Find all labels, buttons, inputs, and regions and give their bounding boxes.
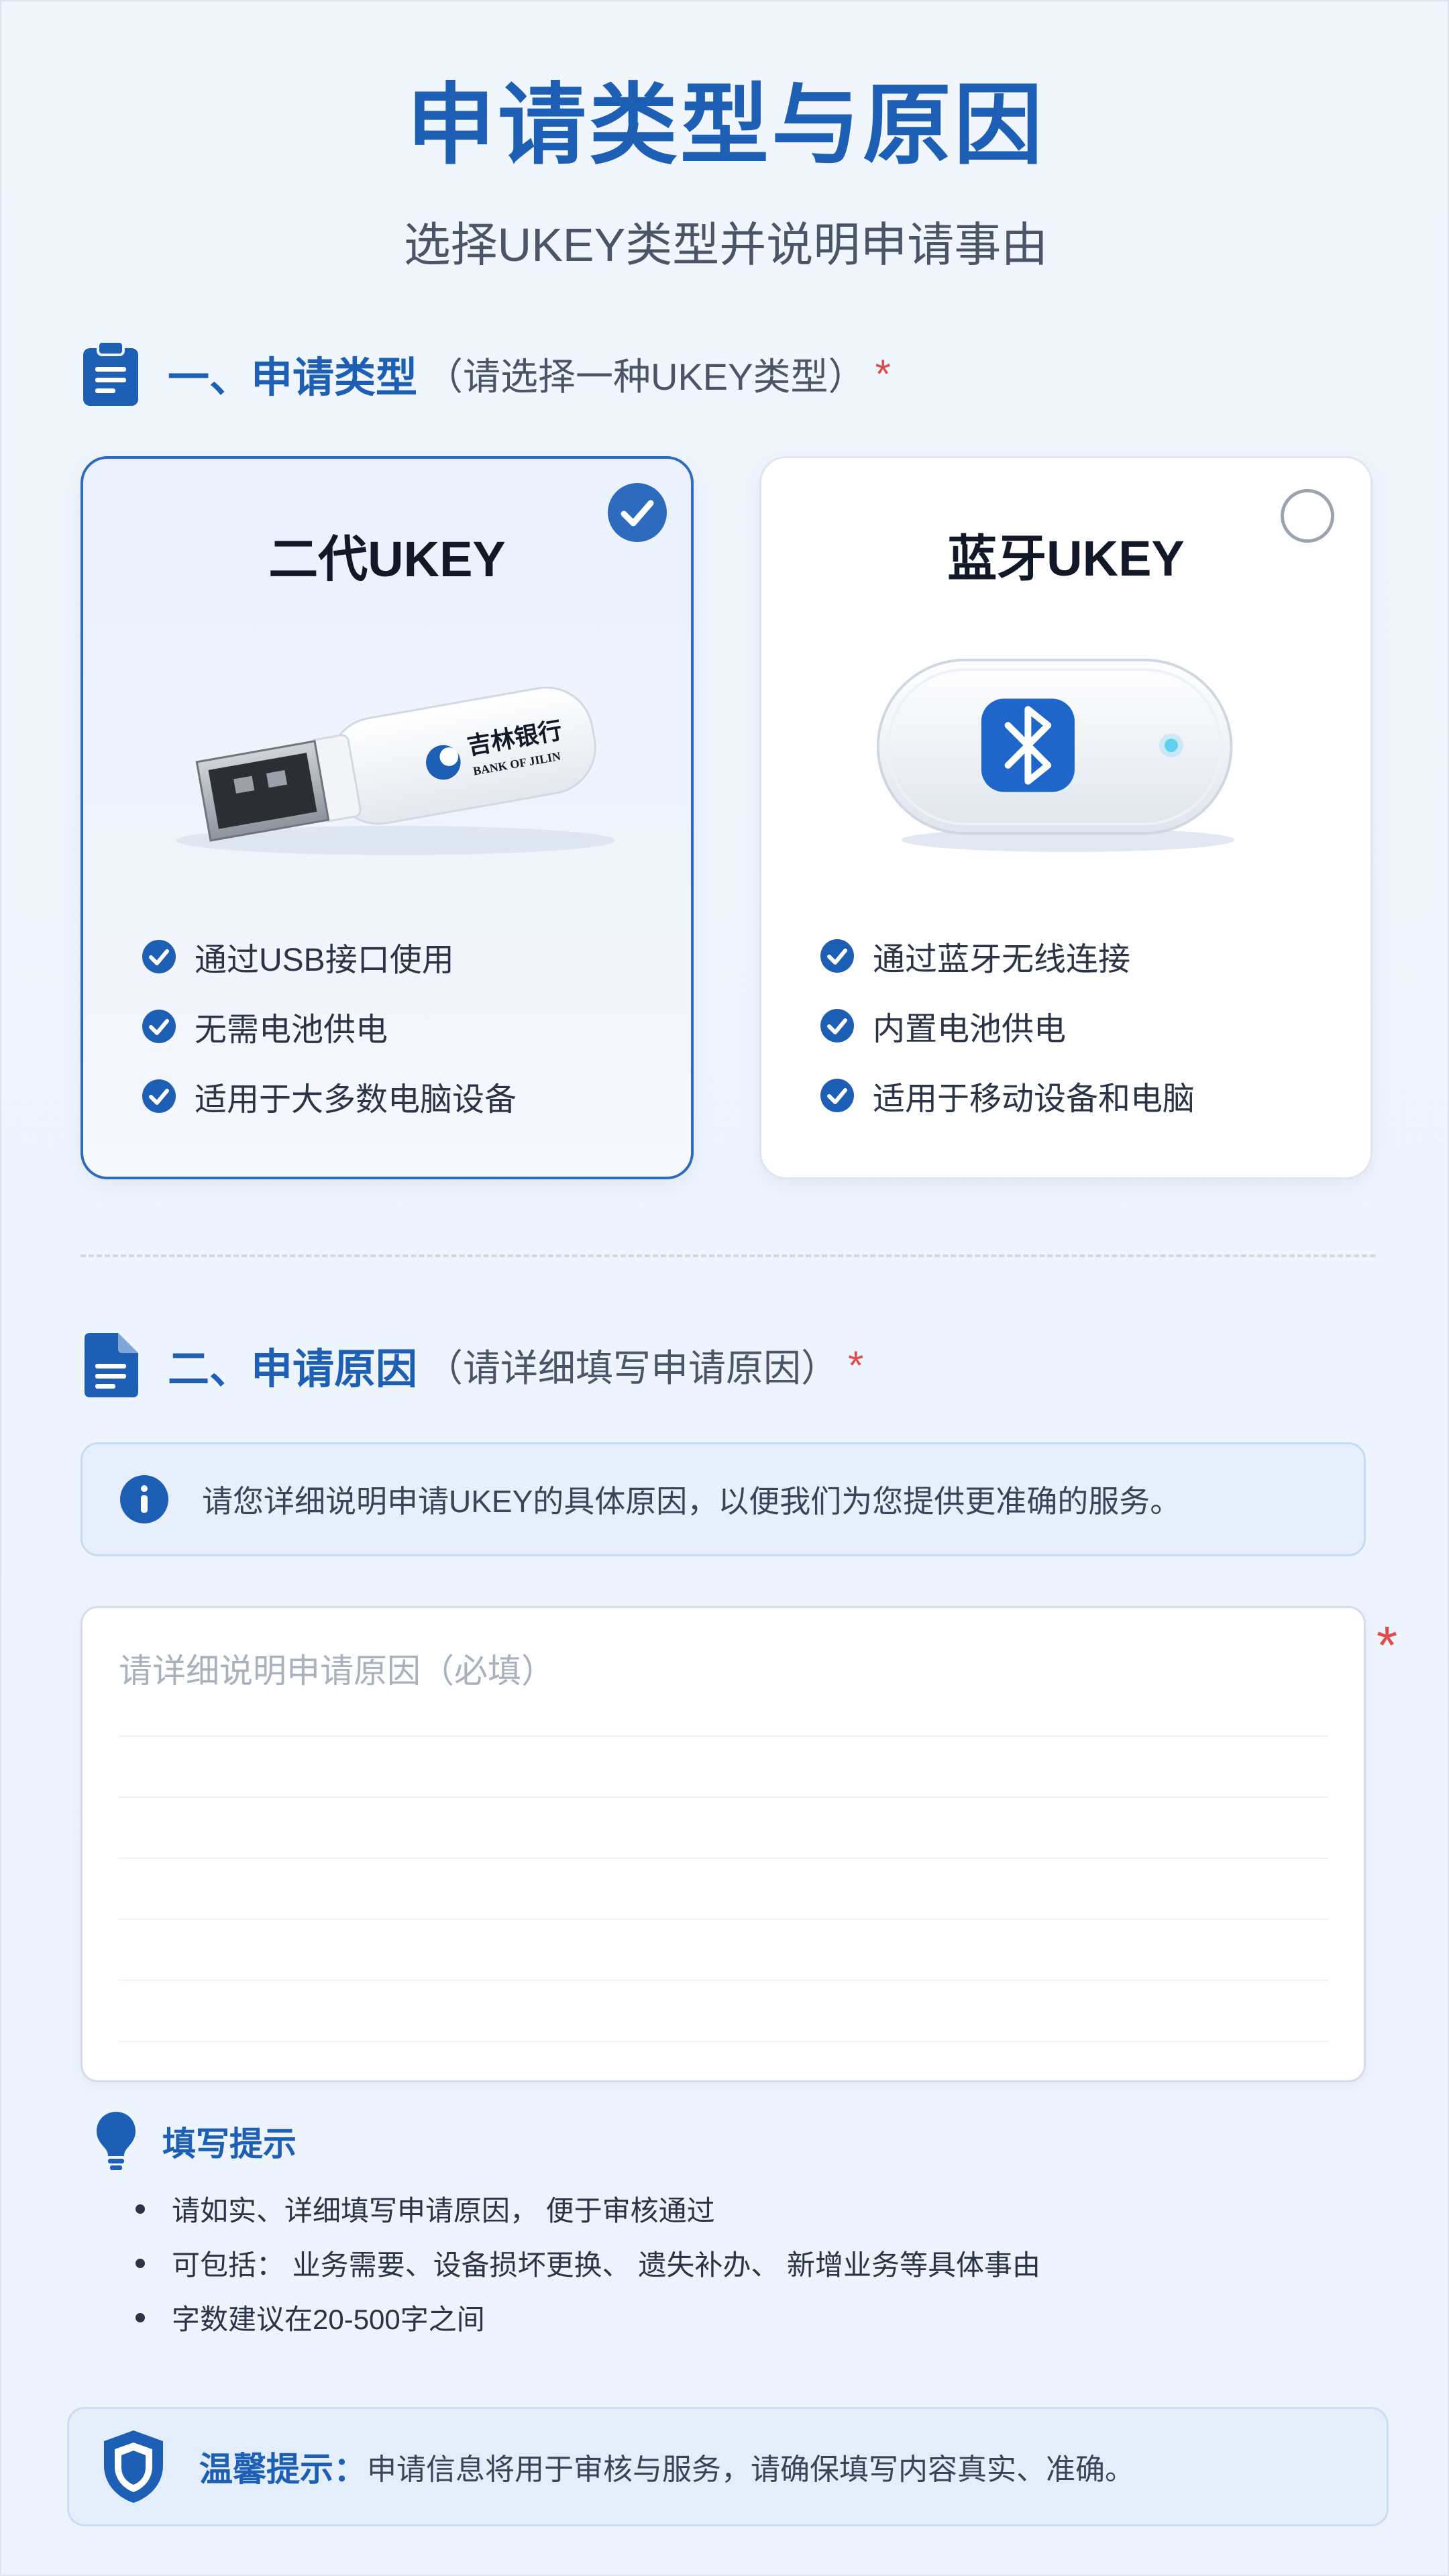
shield-icon xyxy=(104,2430,163,2503)
tips-header: 填写提示 xyxy=(95,2108,297,2175)
feature-item: 无需电池供电 xyxy=(142,991,517,1061)
section-title: 一、申请类型 xyxy=(168,355,418,401)
feature-item: 内置电池供电 xyxy=(820,991,1195,1061)
ruled-line xyxy=(119,1735,1328,1737)
option-card-bluetooth-ukey[interactable]: 蓝牙UKEY 通过蓝牙无线连接 内置电池供电 适用于移动设备和电脑 xyxy=(759,456,1373,1179)
tips-title: 填写提示 xyxy=(162,2125,297,2163)
info-icon xyxy=(120,1475,168,1523)
lightbulb-icon xyxy=(97,2112,136,2170)
option-card-usb-ukey[interactable]: 二代UKEY 吉林银行 BANK OF JILIN 通过USB接口使用 无需电池… xyxy=(80,456,694,1179)
feature-text: 通过USB接口使用 xyxy=(195,943,454,978)
feature-text: 适用于移动设备和电脑 xyxy=(873,1081,1195,1117)
check-circle-icon xyxy=(820,1079,854,1112)
feature-text: 通过蓝牙无线连接 xyxy=(873,942,1131,977)
feature-item: 适用于移动设备和电脑 xyxy=(820,1061,1195,1130)
bullet xyxy=(136,2258,145,2268)
required-mark: * xyxy=(1377,1615,1398,1675)
feature-text: 适用于大多数电脑设备 xyxy=(195,1082,517,1118)
tip-text: 请如实、详细填写申请原因， 便于审核通过 xyxy=(172,2195,715,2226)
tip-text: 字数建议在20-500字之间 xyxy=(172,2304,485,2335)
tips-list: 请如实、详细填写申请原因， 便于审核通过 可包括： 业务需要、设备损坏更换、 遗… xyxy=(136,2182,1040,2345)
info-text: 请您详细说明申请UKEY的具体原因，以便我们为您提供更准确的服务。 xyxy=(202,1484,1181,1519)
tip-item: 可包括： 业务需要、设备损坏更换、 遗失补办、 新增业务等具体事由 xyxy=(136,2236,1040,2290)
check-circle-icon xyxy=(820,939,854,973)
feature-item: 适用于大多数电脑设备 xyxy=(142,1061,517,1131)
feature-list: 通过蓝牙无线连接 内置电池供电 适用于移动设备和电脑 xyxy=(820,921,1195,1130)
feature-item: 通过USB接口使用 xyxy=(142,922,517,991)
page-title: 申请类型与原因 xyxy=(407,76,1045,174)
feature-item: 通过蓝牙无线连接 xyxy=(820,921,1195,991)
check-circle-icon xyxy=(142,1010,176,1043)
reason-placeholder: 请详细说明申请原因（必填） xyxy=(119,1652,555,1690)
section-application-type-header: 一、申请类型 （请选择一种UKEY类型） * xyxy=(80,337,891,411)
clipboard-icon xyxy=(83,340,138,406)
check-circle-icon xyxy=(820,1009,854,1042)
ruled-line xyxy=(119,2041,1328,2042)
ruled-line xyxy=(119,1858,1328,1859)
page: 申请类型与原因 选择UKEY类型并说明申请事由 一、申请类型 （请选择一种UKE… xyxy=(0,0,1449,2576)
document-icon xyxy=(85,1333,138,1397)
page-subtitle: 选择UKEY类型并说明申请事由 xyxy=(403,219,1049,271)
option-name: 二代UKEY xyxy=(268,531,506,587)
bluetooth-key-icon xyxy=(876,658,1235,853)
required-mark: * xyxy=(875,351,891,396)
notice-banner: 温馨提示： 申请信息将用于审核与服务，请确保填写内容真实、准确。 xyxy=(67,2407,1389,2526)
tip-item: 字数建议在20-500字之间 xyxy=(136,2290,1040,2345)
feature-list: 通过USB接口使用 无需电池供电 适用于大多数电脑设备 xyxy=(142,922,517,1131)
notice-text: 申请信息将用于审核与服务，请确保填写内容真实、准确。 xyxy=(367,2453,1134,2486)
check-circle-icon xyxy=(142,940,176,973)
bullet xyxy=(136,2204,145,2214)
ruled-line xyxy=(119,1980,1328,1981)
tip-text: 可包括： 业务需要、设备损坏更换、 遗失补办、 新增业务等具体事由 xyxy=(172,2249,1041,2281)
feature-text: 无需电池供电 xyxy=(195,1012,388,1048)
section-application-reason-header: 二、申请原因 （请详细填写申请原因） * xyxy=(80,1328,863,1402)
reason-textarea[interactable]: 请详细说明申请原因（必填） xyxy=(80,1606,1366,2082)
option-name: 蓝牙UKEY xyxy=(947,531,1185,586)
info-banner: 请您详细说明申请UKEY的具体原因，以便我们为您提供更准确的服务。 xyxy=(80,1442,1366,1556)
feature-text: 内置电池供电 xyxy=(873,1012,1067,1047)
section-divider xyxy=(80,1254,1375,1257)
check-circle-icon xyxy=(142,1079,176,1113)
section-hint: （请详细填写申请原因） xyxy=(425,1346,839,1389)
ruled-line xyxy=(119,1919,1328,1920)
ruled-line xyxy=(119,1796,1328,1798)
section-hint: （请选择一种UKEY类型） xyxy=(425,355,866,398)
required-mark: * xyxy=(848,1342,864,1388)
notice-label: 温馨提示： xyxy=(199,2451,367,2488)
bullet xyxy=(136,2312,145,2322)
usb-key-icon: 吉林银行 BANK OF JILIN xyxy=(176,686,615,855)
section-title: 二、申请原因 xyxy=(168,1346,418,1393)
tip-item: 请如实、详细填写申请原因， 便于审核通过 xyxy=(136,2182,1040,2236)
